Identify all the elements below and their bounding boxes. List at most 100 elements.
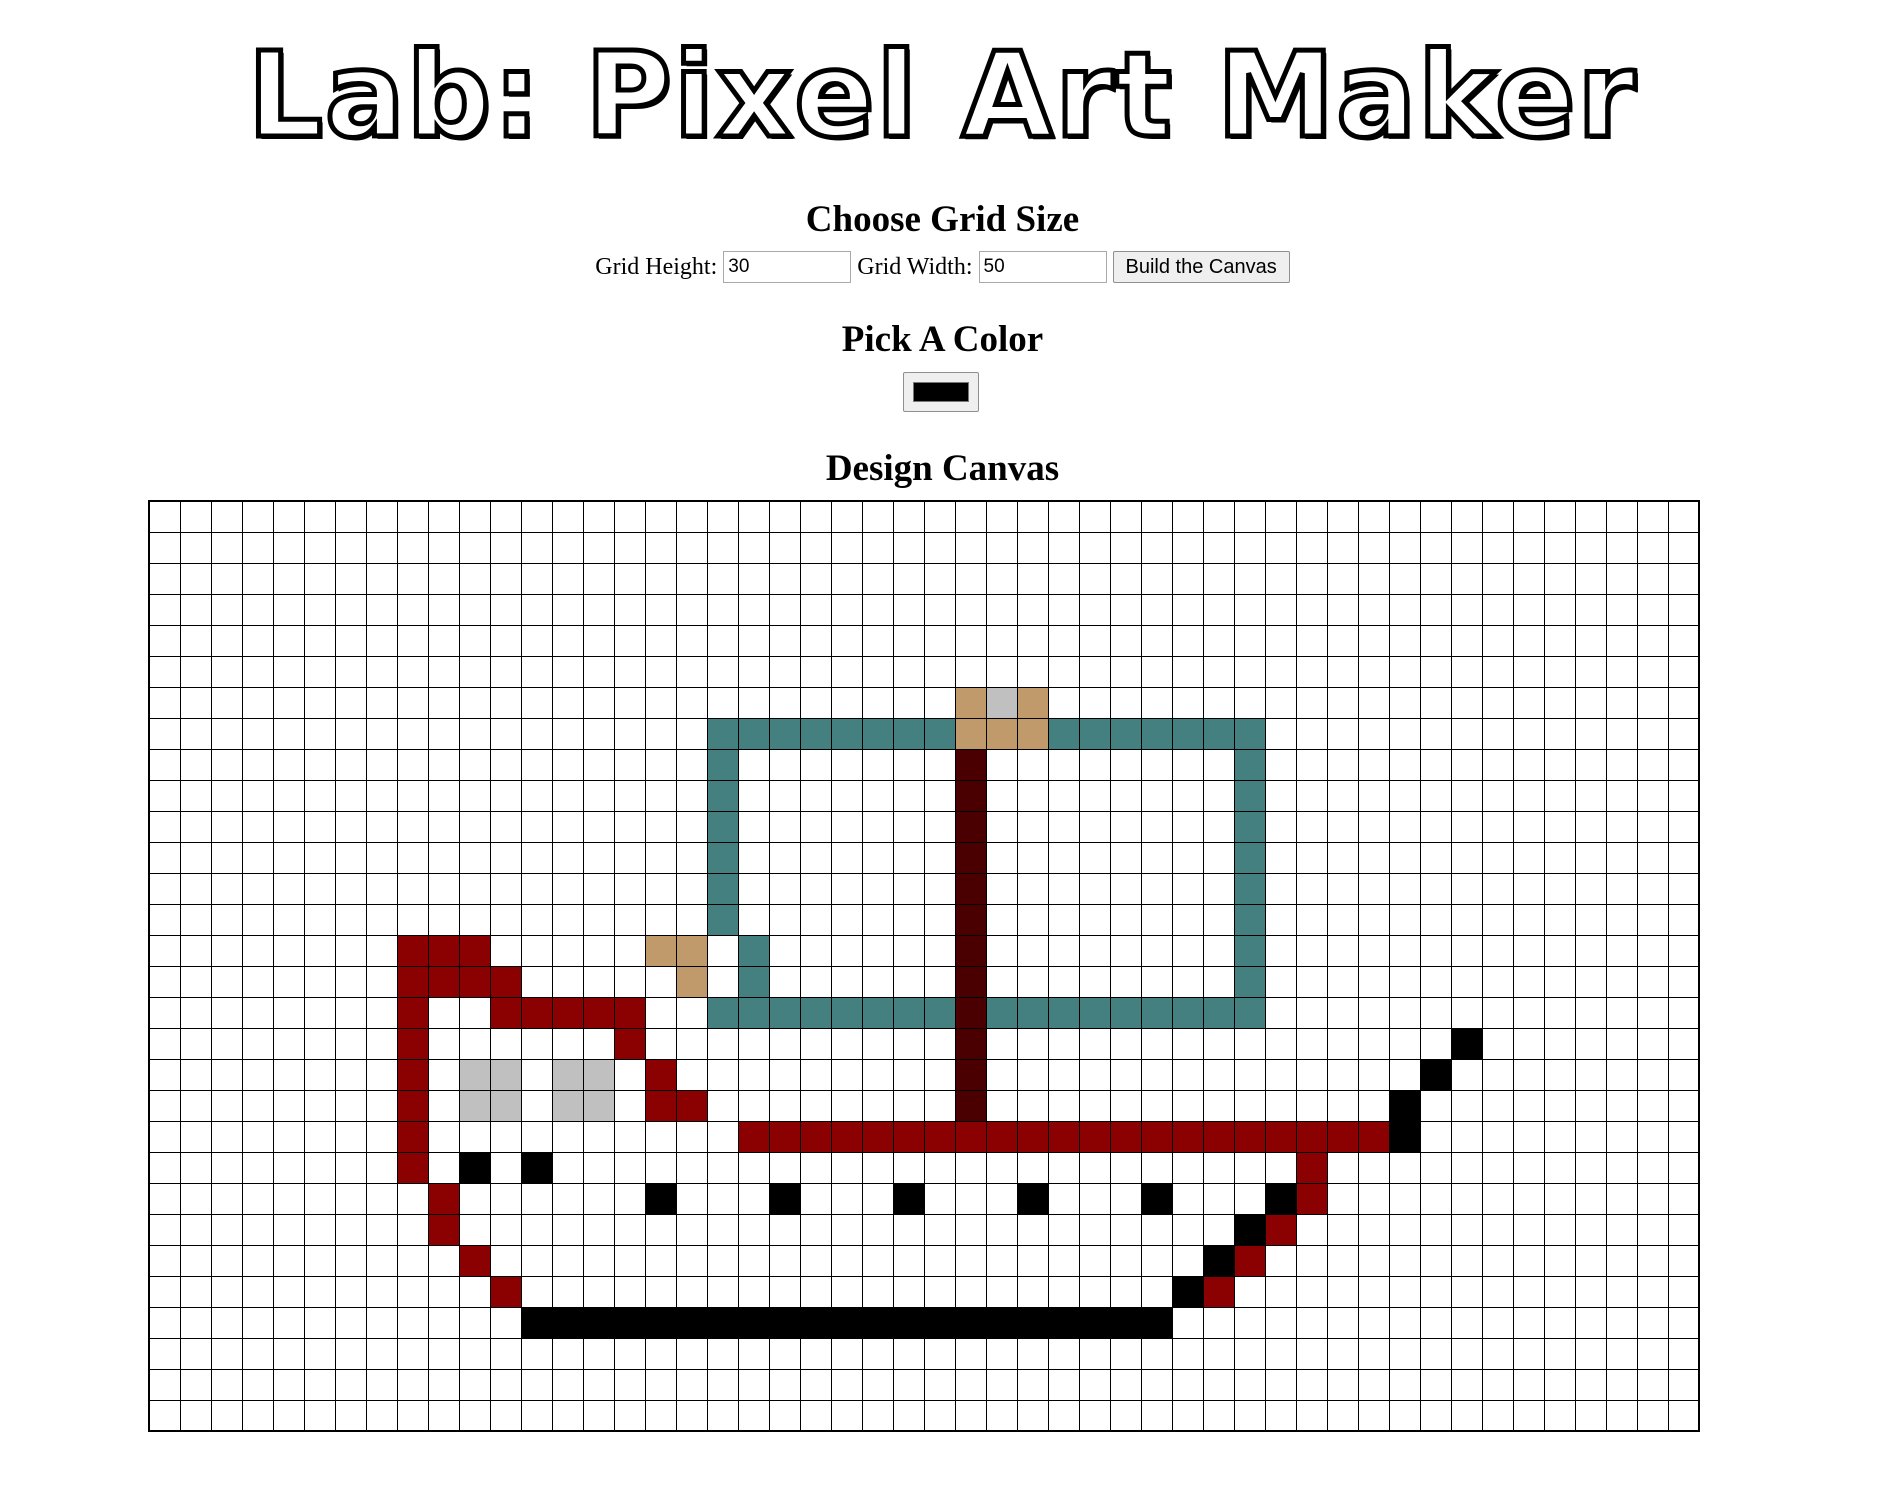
canvas-pixel[interactable]	[1419, 872, 1452, 905]
canvas-pixel[interactable]	[272, 748, 305, 781]
canvas-pixel[interactable]	[1574, 1213, 1607, 1246]
canvas-pixel[interactable]	[489, 686, 522, 719]
canvas-pixel[interactable]	[644, 1337, 677, 1370]
canvas-pixel[interactable]	[489, 1089, 522, 1122]
canvas-pixel[interactable]	[1295, 748, 1328, 781]
canvas-pixel[interactable]	[1171, 996, 1204, 1029]
canvas-pixel[interactable]	[1512, 1058, 1545, 1091]
canvas-pixel[interactable]	[551, 562, 584, 595]
canvas-pixel[interactable]	[365, 841, 398, 874]
canvas-pixel[interactable]	[458, 1027, 491, 1060]
canvas-pixel[interactable]	[1326, 1089, 1359, 1122]
canvas-pixel[interactable]	[1543, 965, 1576, 998]
canvas-pixel[interactable]	[303, 655, 336, 688]
canvas-pixel[interactable]	[1574, 1337, 1607, 1370]
canvas-pixel[interactable]	[179, 655, 212, 688]
canvas-pixel[interactable]	[1078, 996, 1111, 1029]
canvas-pixel[interactable]	[148, 686, 181, 719]
canvas-pixel[interactable]	[210, 965, 243, 998]
canvas-pixel[interactable]	[1171, 1027, 1204, 1060]
canvas-pixel[interactable]	[1078, 748, 1111, 781]
canvas-pixel[interactable]	[1264, 810, 1297, 843]
canvas-pixel[interactable]	[799, 686, 832, 719]
canvas-pixel[interactable]	[1605, 996, 1638, 1029]
canvas-pixel[interactable]	[458, 1182, 491, 1215]
canvas-pixel[interactable]	[1326, 562, 1359, 595]
canvas-pixel[interactable]	[1233, 1275, 1266, 1308]
canvas-pixel[interactable]	[1140, 1368, 1173, 1401]
canvas-pixel[interactable]	[1047, 1368, 1080, 1401]
canvas-pixel[interactable]	[861, 1399, 894, 1432]
canvas-pixel[interactable]	[582, 655, 615, 688]
canvas-pixel[interactable]	[1047, 1027, 1080, 1060]
canvas-pixel[interactable]	[427, 655, 460, 688]
canvas-pixel[interactable]	[675, 500, 708, 533]
canvas-pixel[interactable]	[1202, 1306, 1235, 1339]
canvas-pixel[interactable]	[892, 562, 925, 595]
canvas-pixel[interactable]	[1667, 686, 1700, 719]
canvas-pixel[interactable]	[1047, 531, 1080, 564]
canvas-pixel[interactable]	[1574, 1120, 1607, 1153]
canvas-pixel[interactable]	[489, 1058, 522, 1091]
canvas-pixel[interactable]	[458, 1120, 491, 1153]
canvas-pixel[interactable]	[148, 841, 181, 874]
canvas-pixel[interactable]	[706, 1368, 739, 1401]
canvas-pixel[interactable]	[241, 1306, 274, 1339]
canvas-pixel[interactable]	[551, 903, 584, 936]
canvas-pixel[interactable]	[210, 1182, 243, 1215]
canvas-pixel[interactable]	[954, 1182, 987, 1215]
canvas-pixel[interactable]	[1078, 531, 1111, 564]
canvas-pixel[interactable]	[923, 500, 956, 533]
canvas-pixel[interactable]	[954, 531, 987, 564]
canvas-pixel[interactable]	[737, 996, 770, 1029]
canvas-pixel[interactable]	[1295, 996, 1328, 1029]
canvas-pixel[interactable]	[1450, 1089, 1483, 1122]
canvas-pixel[interactable]	[830, 779, 863, 812]
canvas-pixel[interactable]	[706, 655, 739, 688]
canvas-pixel[interactable]	[303, 717, 336, 750]
canvas-pixel[interactable]	[1140, 1058, 1173, 1091]
canvas-pixel[interactable]	[675, 810, 708, 843]
canvas-pixel[interactable]	[1233, 531, 1266, 564]
canvas-pixel[interactable]	[1264, 748, 1297, 781]
canvas-pixel[interactable]	[427, 531, 460, 564]
canvas-pixel[interactable]	[551, 1182, 584, 1215]
canvas-pixel[interactable]	[1326, 1058, 1359, 1091]
canvas-pixel[interactable]	[1419, 1151, 1452, 1184]
canvas-pixel[interactable]	[1450, 872, 1483, 905]
canvas-pixel[interactable]	[799, 1058, 832, 1091]
canvas-pixel[interactable]	[179, 1089, 212, 1122]
canvas-pixel[interactable]	[1574, 1058, 1607, 1091]
canvas-pixel[interactable]	[954, 1275, 987, 1308]
canvas-pixel[interactable]	[985, 1027, 1018, 1060]
canvas-pixel[interactable]	[179, 841, 212, 874]
canvas-pixel[interactable]	[706, 903, 739, 936]
canvas-pixel[interactable]	[1047, 1120, 1080, 1153]
canvas-pixel[interactable]	[1078, 779, 1111, 812]
canvas-pixel[interactable]	[799, 562, 832, 595]
canvas-pixel[interactable]	[1512, 500, 1545, 533]
canvas-pixel[interactable]	[1419, 655, 1452, 688]
canvas-pixel[interactable]	[985, 1089, 1018, 1122]
canvas-pixel[interactable]	[1202, 686, 1235, 719]
canvas-pixel[interactable]	[1636, 1306, 1669, 1339]
canvas-pixel[interactable]	[985, 531, 1018, 564]
canvas-pixel[interactable]	[396, 934, 429, 967]
canvas-pixel[interactable]	[892, 686, 925, 719]
color-picker-input[interactable]	[903, 372, 979, 412]
canvas-pixel[interactable]	[954, 1151, 987, 1184]
canvas-pixel[interactable]	[427, 593, 460, 626]
canvas-pixel[interactable]	[923, 1213, 956, 1246]
canvas-pixel[interactable]	[334, 500, 367, 533]
canvas-pixel[interactable]	[1481, 996, 1514, 1029]
canvas-pixel[interactable]	[1264, 1120, 1297, 1153]
canvas-pixel[interactable]	[179, 934, 212, 967]
canvas-pixel[interactable]	[303, 686, 336, 719]
canvas-pixel[interactable]	[985, 655, 1018, 688]
canvas-pixel[interactable]	[365, 1027, 398, 1060]
canvas-pixel[interactable]	[1078, 1182, 1111, 1215]
canvas-pixel[interactable]	[1605, 1244, 1638, 1277]
canvas-pixel[interactable]	[799, 1368, 832, 1401]
canvas-pixel[interactable]	[1636, 1337, 1669, 1370]
canvas-pixel[interactable]	[272, 779, 305, 812]
